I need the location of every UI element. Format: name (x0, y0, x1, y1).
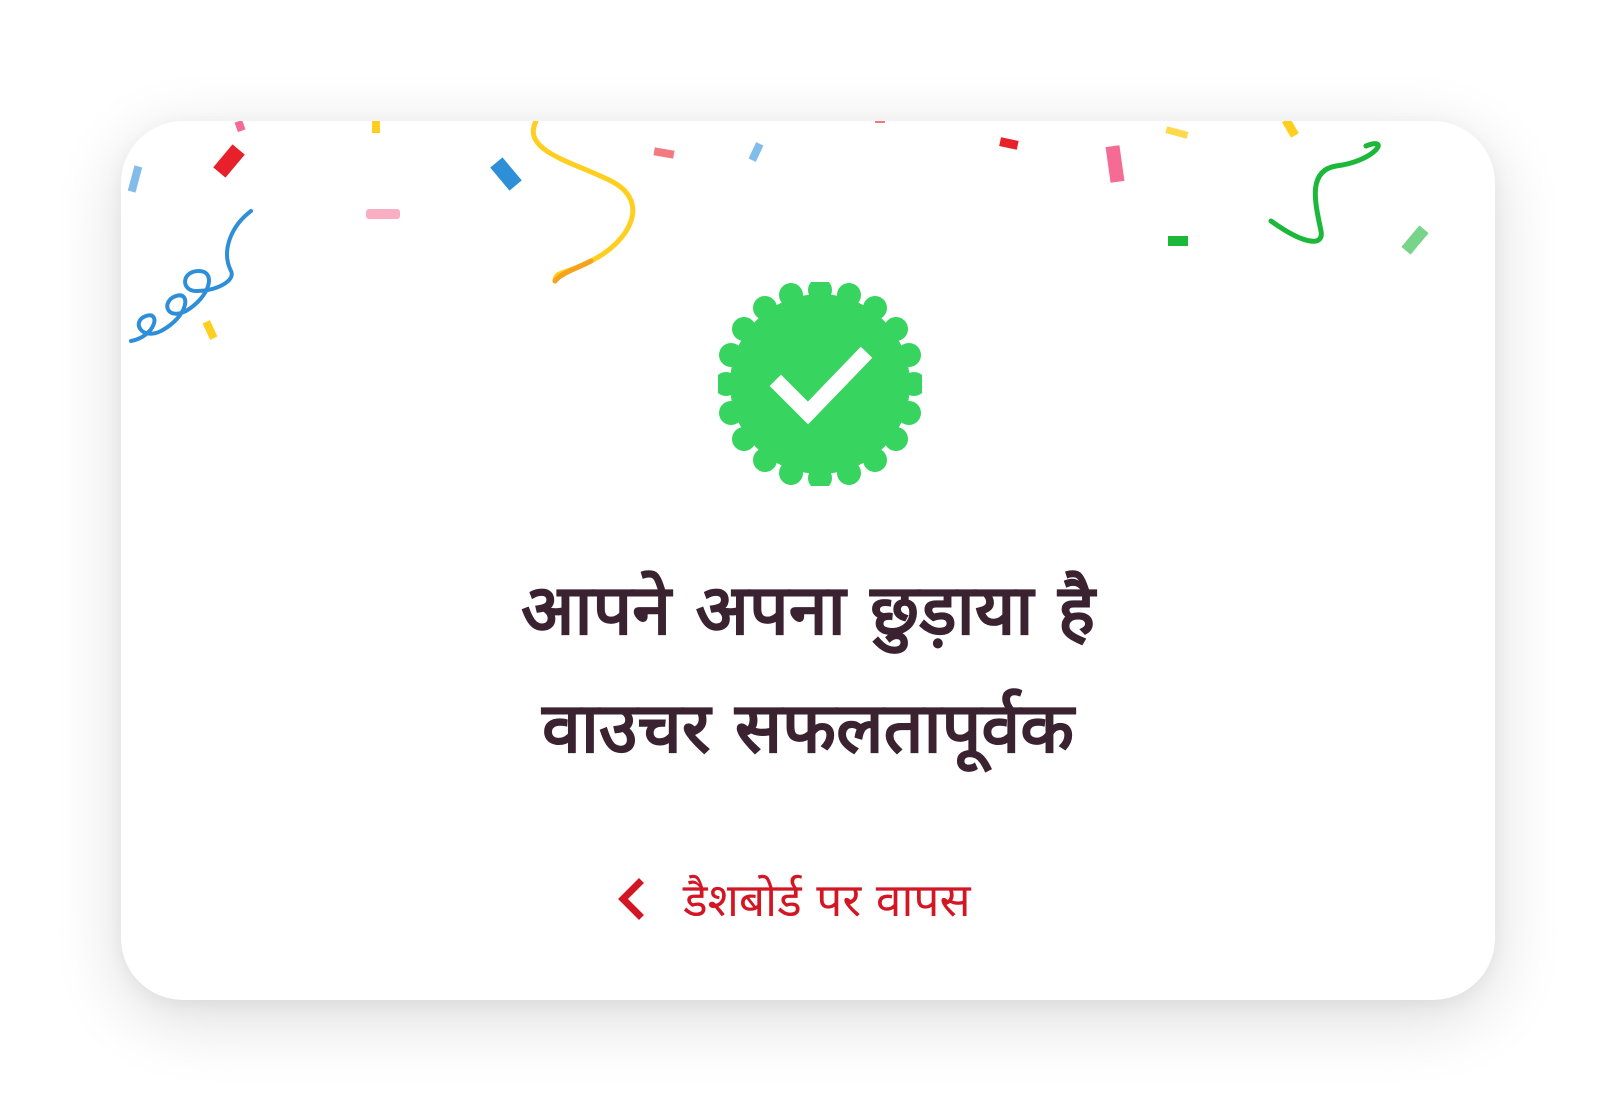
page-background: आपने अपना छुड़ाया है वाउचर सफलतापूर्वक ड… (0, 0, 1608, 1116)
success-card: आपने अपना छुड़ाया है वाउचर सफलतापूर्वक ड… (121, 121, 1495, 1000)
success-message-line-1: आपने अपना छुड़ाया है (520, 569, 1096, 651)
success-message-line-2: वाउचर सफलतापूर्वक (541, 687, 1075, 769)
back-to-dashboard-label: डैशबोर्ड पर वापस (683, 873, 971, 927)
back-to-dashboard-link[interactable]: डैशबोर्ड पर वापस (613, 859, 971, 939)
verified-check-icon (718, 282, 922, 486)
chevron-left-icon (618, 878, 644, 920)
success-message: आपने अपना छुड़ाया है वाउचर सफलतापूर्वक (121, 551, 1495, 787)
